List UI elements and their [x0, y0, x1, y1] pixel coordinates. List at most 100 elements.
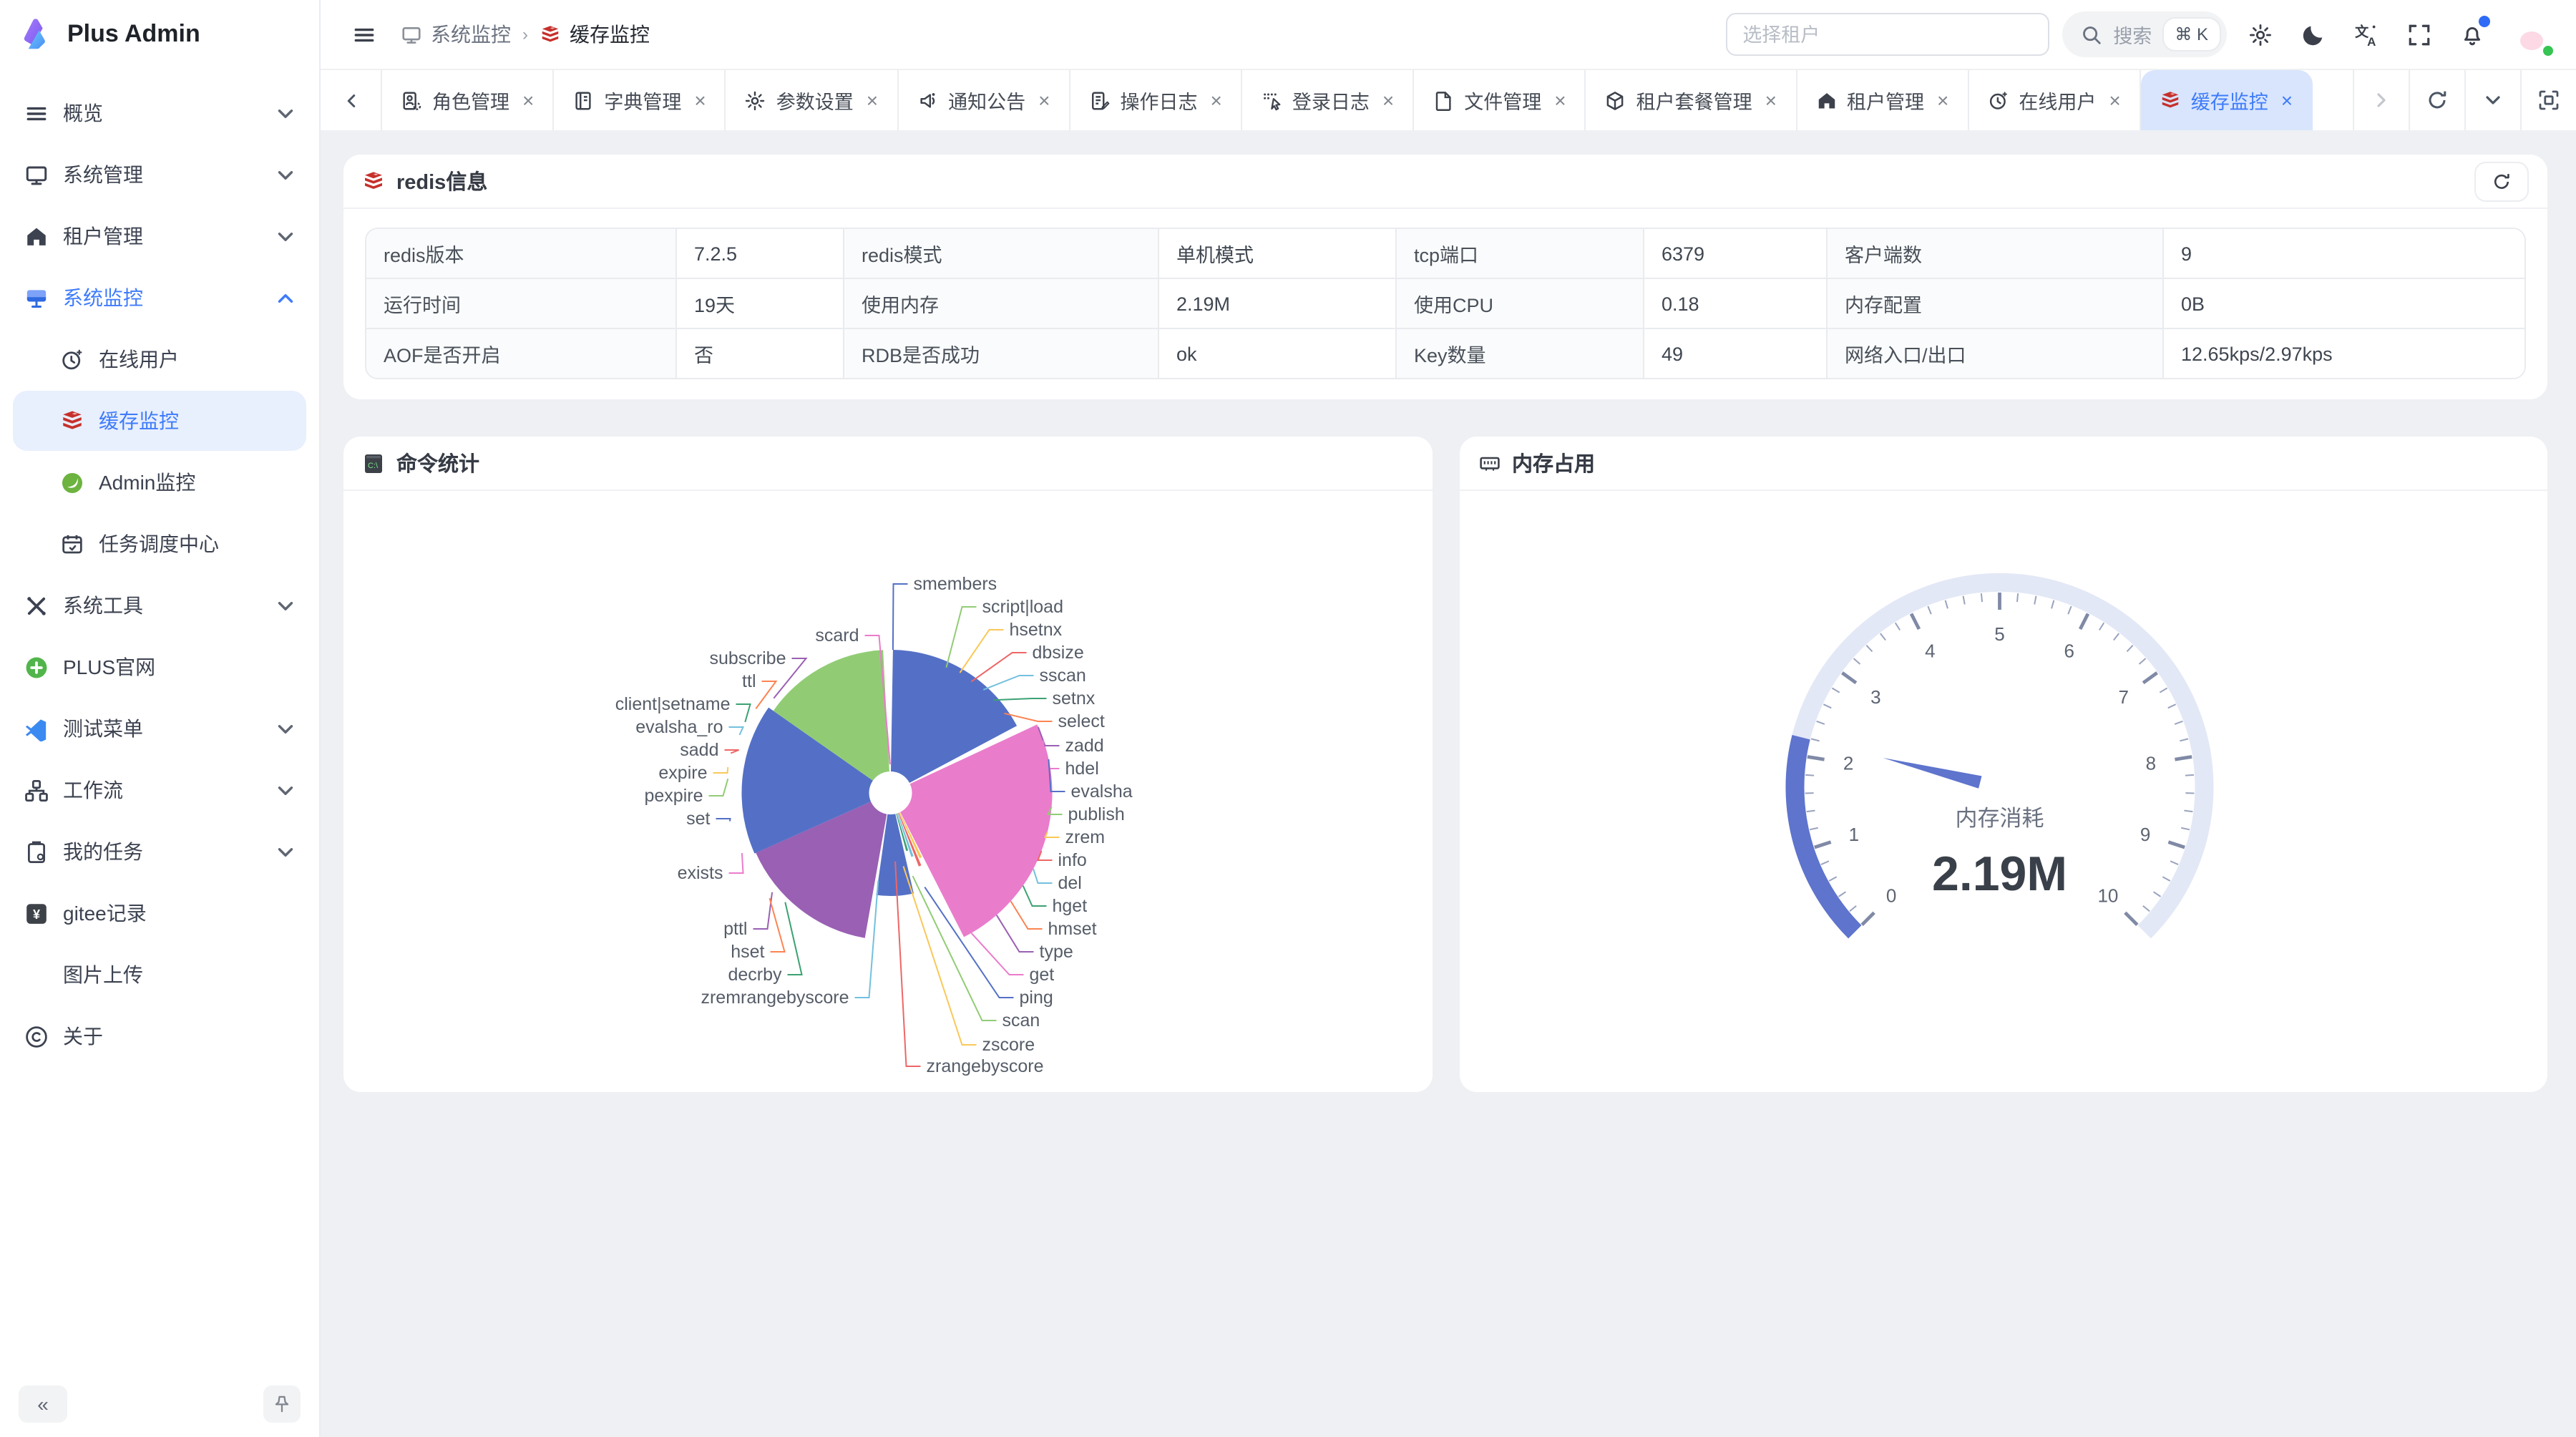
tabs-scroll-left-button[interactable] [321, 70, 382, 130]
pie-label: hsetnx [1010, 620, 1063, 640]
breadcrumb-system-monitor[interactable]: 系统监控 [401, 20, 511, 49]
tab-menu-button[interactable] [2464, 70, 2520, 130]
tab-refresh-button[interactable] [2409, 70, 2464, 130]
sidebar-item-label: 概览 [63, 99, 103, 127]
gauge-minor-tick [2179, 739, 2187, 741]
dark-mode-button[interactable] [2293, 14, 2333, 54]
sidebar-item-system-tools[interactable]: 系统工具 [13, 575, 306, 635]
tab-close-icon[interactable]: × [1038, 90, 1050, 110]
sidebar-collapse-button[interactable]: « [19, 1385, 67, 1423]
gauge-minor-tick [1945, 600, 1947, 609]
pie-label: evalsha [1071, 781, 1133, 802]
tab-tenant-mgmt[interactable]: 租户管理× [1797, 70, 1968, 130]
pie-label-leader [1045, 832, 1060, 837]
language-button[interactable]: 文A [2346, 14, 2386, 54]
tab-cache-monitor[interactable]: 缓存监控× [2141, 70, 2313, 130]
sidebar-item-cache-monitor[interactable]: 缓存监控 [13, 391, 306, 451]
pin-icon [272, 1394, 292, 1414]
tab-close-icon[interactable]: × [1937, 90, 1948, 110]
sidebar-item-online-users[interactable]: 在线用户 [13, 329, 306, 389]
tab-tenant-package-mgmt[interactable]: 租户套餐管理× [1586, 70, 1797, 130]
notifications-button[interactable] [2451, 14, 2492, 54]
sidebar-item-plus-website[interactable]: PLUS官网 [13, 637, 306, 697]
tab-op-log[interactable]: 操作日志× [1070, 70, 1242, 130]
global-search[interactable]: 搜索 ⌘ K [2062, 11, 2227, 57]
pie-label-leader [753, 892, 773, 929]
tab-close-icon[interactable]: × [1382, 90, 1394, 110]
memory-gauge-chart: 012345678910内存消耗2.19M [1459, 491, 2547, 1092]
gauge-minor-tick [2153, 892, 2160, 897]
sidebar-footer: « [0, 1371, 319, 1437]
sidebar-item-workflow[interactable]: 工作流 [13, 760, 306, 820]
sidebar-item-test-menu[interactable]: 测试菜单 [13, 698, 306, 759]
chevron-down-icon [273, 593, 298, 618]
chevron-up-icon [273, 286, 298, 310]
user-avatar[interactable] [2510, 13, 2553, 56]
svg-text:A: A [2366, 34, 2375, 47]
sidebar-item-overview[interactable]: 概览 [13, 83, 306, 143]
command-stats-title: 命令统计 [396, 448, 479, 478]
pie-label-leader [893, 584, 908, 650]
sidebar-toggle-button[interactable] [343, 14, 384, 54]
sidebar-item-task-scheduler[interactable]: 任务调度中心 [13, 514, 306, 574]
notification-badge [2479, 16, 2490, 27]
info-label: 内存配置 [1827, 278, 2163, 328]
gauge-minor-tick [1820, 861, 1828, 864]
online-status-dot [2540, 43, 2556, 59]
tab-close-icon[interactable]: × [1554, 90, 1566, 110]
info-value: 2.19M [1158, 278, 1396, 328]
tab-notice[interactable]: 通知公告× [898, 70, 1070, 130]
redis-info-table: redis版本7.2.5redis模式单机模式tcp端口6379客户端数9运行时… [365, 228, 2526, 379]
tab-role-mgmt[interactable]: 角色管理× [382, 70, 554, 130]
redis-info-refresh-button[interactable] [2474, 161, 2529, 201]
tab-online-users[interactable]: 在线用户× [1968, 70, 2140, 130]
sidebar-item-system-management[interactable]: 系统管理 [13, 145, 306, 205]
tab-close-icon[interactable]: × [1211, 90, 1222, 110]
settings-button[interactable] [2240, 14, 2280, 54]
sidebar-item-tenant-management[interactable]: 租户管理 [13, 206, 306, 266]
home-icon [1815, 89, 1837, 111]
info-label: redis模式 [844, 228, 1158, 278]
tenant-select-input[interactable] [1725, 13, 2049, 56]
gauge-minor-tick [1895, 623, 1899, 630]
breadcrumb-separator: › [522, 24, 528, 44]
tab-close-icon[interactable]: × [1765, 90, 1777, 110]
chevron-down-icon [273, 839, 298, 864]
info-label: 使用CPU [1396, 278, 1644, 328]
pie-label: ping [1020, 988, 1053, 1008]
sidebar-item-image-upload[interactable]: 图片上传 [13, 945, 306, 1005]
info-label: 运行时间 [366, 278, 676, 328]
logo-row[interactable]: Plus Admin [0, 0, 319, 69]
tab-login-log[interactable]: 登录日志× [1242, 70, 1414, 130]
tab-param-settings[interactable]: 参数设置× [726, 70, 898, 130]
app-root: Plus Admin 概览系统管理租户管理系统监控在线用户缓存监控Admin监控… [0, 0, 2576, 1437]
tab-close-icon[interactable]: × [2109, 90, 2120, 110]
pie-label-leader [713, 767, 728, 773]
redis-info-header: redis信息 [343, 155, 2547, 209]
sidebar-item-about[interactable]: 关于 [13, 1006, 306, 1066]
pie-label-leader [785, 902, 801, 975]
sidebar-item-my-tasks[interactable]: 我的任务 [13, 822, 306, 882]
pie-label: get [1030, 965, 1055, 985]
sidebar-item-system-monitor[interactable]: 系统监控 [13, 268, 306, 328]
tab-close-icon[interactable]: × [867, 90, 878, 110]
redis-icon [2160, 89, 2181, 111]
tab-file-mgmt[interactable]: 文件管理× [1414, 70, 1586, 130]
chevron-right-icon [2370, 89, 2393, 112]
gauge-minor-tick [1880, 633, 1885, 640]
tab-close-icon[interactable]: × [694, 90, 706, 110]
sidebar-item-gitee-log[interactable]: ¥gitee记录 [13, 883, 306, 943]
tabs-scroll-right-button[interactable] [2353, 70, 2409, 130]
tab-dict-mgmt[interactable]: 字典管理× [554, 70, 726, 130]
sidebar-pin-button[interactable] [263, 1385, 301, 1423]
sidebar-item-admin-monitor[interactable]: Admin监控 [13, 452, 306, 512]
tab-close-icon[interactable]: × [2281, 90, 2293, 110]
tab-close-icon[interactable]: × [522, 90, 534, 110]
breadcrumb-cache-monitor[interactable]: 缓存监控 [540, 20, 650, 49]
sidebar-item-label: 系统工具 [63, 591, 143, 620]
fullscreen-button[interactable] [2399, 14, 2439, 54]
pie-label: evalsha_ro [635, 717, 723, 737]
pie-label-leader [994, 698, 1047, 700]
chevron-down-icon [273, 778, 298, 802]
content-fullscreen-button[interactable] [2520, 70, 2576, 130]
